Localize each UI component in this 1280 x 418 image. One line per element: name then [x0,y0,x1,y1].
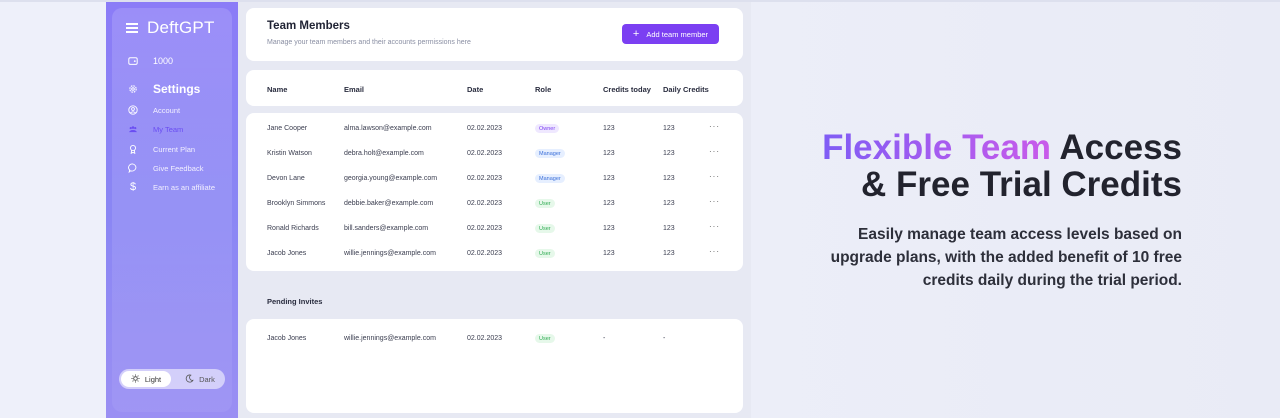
member-email: debbie.baker@example.com [344,200,434,207]
more-options-icon[interactable]: ··· [709,197,720,206]
gear-icon [128,84,138,94]
marketing-headline: Flexible Team Access & Free Trial Credit… [822,129,1182,203]
role-badge: Manager [535,149,565,158]
sidebar-item-my-team[interactable]: My Team [128,124,183,134]
wallet-icon [128,56,138,66]
theme-dark-option[interactable]: Dark [177,371,223,387]
pending-invites-table [246,319,743,413]
member-date: 02.02.2023 [467,225,503,232]
column-header-credits-today[interactable]: Credits today [603,85,651,94]
dollar-icon: $ [129,181,137,193]
page-title: Team Members [267,20,350,32]
member-name: Jacob Jones [267,250,307,257]
invite-daily-credits: - [663,335,666,342]
member-name: Ronald Richards [267,225,319,232]
role-badge: User [535,199,555,208]
member-email: georgia.young@example.com [344,175,438,182]
column-header-email[interactable]: Email [344,85,364,94]
member-credits-today: 123 [603,175,615,182]
theme-dark-label: Dark [199,374,215,384]
theme-light-option[interactable]: Light [121,371,171,387]
marketing-description: Easily manage team access levels based o… [830,226,1182,289]
more-options-icon[interactable]: ··· [709,247,720,256]
member-daily-credits: 123 [663,250,675,257]
more-options-icon[interactable]: ··· [709,147,720,156]
sidebar-item-label: Account [153,105,181,115]
brand-name: DeftGPT [147,18,215,37]
moon-icon [185,374,194,385]
member-daily-credits: 123 [663,125,675,132]
add-team-member-label: Add team member [646,29,709,39]
headline-highlight: Flexible Team [822,128,1051,167]
credits-balance: 1000 [128,56,173,66]
role-badge: Owner [535,124,560,133]
member-credits-today: 123 [603,225,615,232]
account-icon [128,105,138,115]
invite-credits-today: - [603,335,606,342]
member-date: 02.02.2023 [467,175,503,182]
member-name: Devon Lane [267,175,305,182]
sidebar-item-current-plan[interactable]: Current Plan [128,144,195,154]
member-email: willie.jennings@example.com [344,250,436,257]
plan-icon [128,144,138,154]
headline-rest: Access [1059,128,1182,167]
role-badge: Manager [535,174,565,183]
invite-email: willie.jennings@example.com [344,335,436,342]
brand: DeftGPT [126,18,215,38]
theme-toggle[interactable]: Light Dark [119,369,225,389]
feedback-icon [128,163,138,173]
column-header-role[interactable]: Role [535,85,551,94]
member-daily-credits: 123 [663,150,675,157]
member-date: 02.02.2023 [467,150,503,157]
invite-date: 02.02.2023 [467,335,503,342]
member-date: 02.02.2023 [467,250,503,257]
member-date: 02.02.2023 [467,125,503,132]
member-credits-today: 123 [603,125,615,132]
credits-value: 1000 [153,56,174,66]
role-badge: User [535,224,555,233]
more-options-icon[interactable]: ··· [709,172,720,181]
page-subtitle: Manage your team members and their accou… [267,39,471,46]
member-name: Kristin Watson [267,150,312,157]
member-email: bill.sanders@example.com [344,225,429,232]
sidebar-item-label: Current Plan [153,144,196,154]
theme-light-label: Light [144,374,162,384]
sidebar-item-label: My Team [153,124,184,134]
nav-settings-label: Settings [153,82,201,96]
pending-invites-heading: Pending Invites [267,297,323,306]
member-credits-today: 123 [603,250,615,257]
sidebar-item-label: Give Feedback [153,163,204,173]
team-members-table [246,113,743,271]
nav-settings[interactable]: Settings [128,82,200,96]
member-name: Jane Cooper [267,125,308,132]
team-icon [128,124,138,134]
role-badge: User [535,334,555,343]
more-options-icon[interactable]: ··· [709,122,720,131]
sidebar-item-affiliate[interactable]: $ Earn as an affiliate [128,181,215,193]
member-email: alma.lawson@example.com [344,125,432,132]
headline-line-2: & Free Trial Credits [861,165,1182,204]
add-team-member-button[interactable]: + Add team member [622,24,719,44]
role-badge: User [535,249,555,258]
member-daily-credits: 123 [663,200,675,207]
member-name: Brooklyn Simmons [267,200,326,207]
member-daily-credits: 123 [663,175,675,182]
column-header-date[interactable]: Date [467,85,483,94]
more-options-icon[interactable]: ··· [709,222,720,231]
sidebar-item-label: Earn as an affiliate [153,182,215,192]
member-daily-credits: 123 [663,225,675,232]
plus-icon: + [632,27,640,40]
member-credits-today: 123 [603,200,615,207]
sun-icon [131,373,140,385]
sidebar-panel [112,8,232,412]
column-header-name[interactable]: Name [267,85,287,94]
column-header-daily-credits[interactable]: Daily Credits [663,85,709,94]
member-date: 02.02.2023 [467,200,503,207]
member-credits-today: 123 [603,150,615,157]
member-email: debra.holt@example.com [344,150,424,157]
invite-name: Jacob Jones [267,335,307,342]
menu-icon[interactable] [126,21,138,36]
sidebar-item-account[interactable]: Account [128,105,180,115]
sidebar-item-give-feedback[interactable]: Give Feedback [128,163,203,173]
